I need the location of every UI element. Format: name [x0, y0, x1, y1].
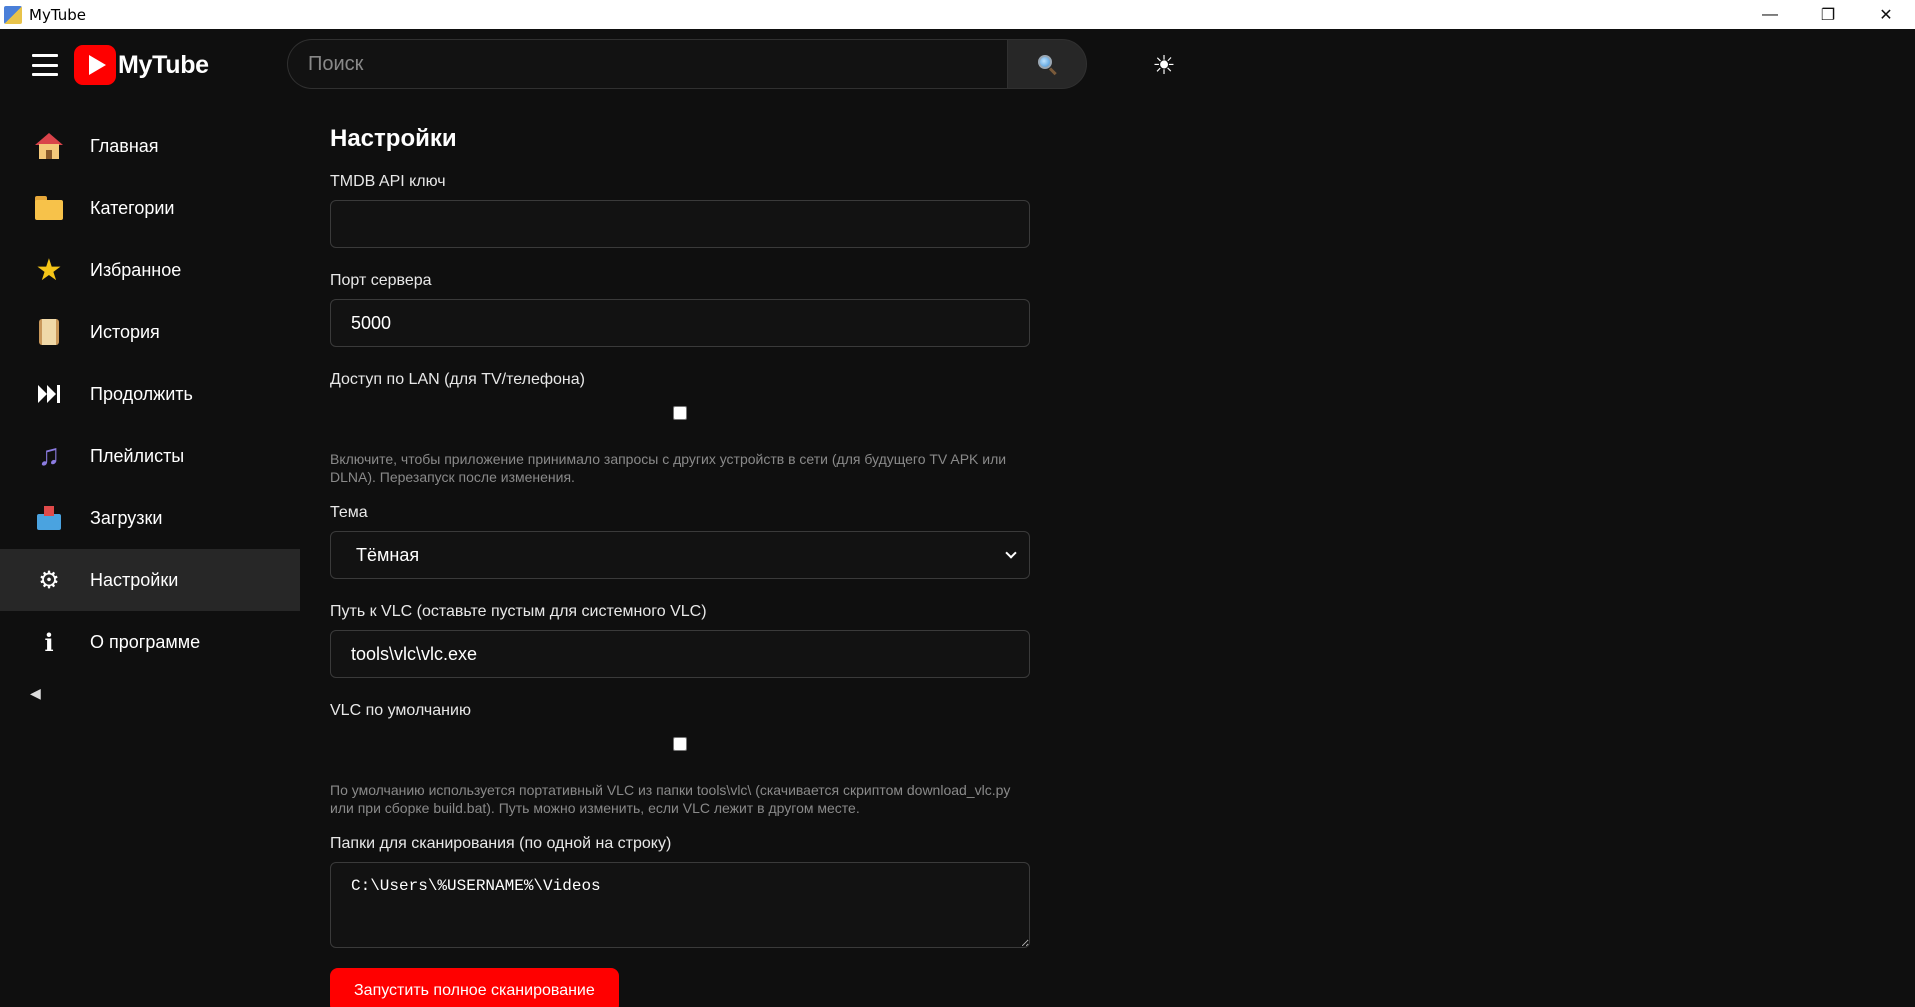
lan-access-checkbox[interactable]	[673, 406, 687, 420]
sidebar: Главная Категории ★ Избранное История Пр…	[0, 115, 300, 713]
sidebar-item-downloads[interactable]: Загрузки	[0, 487, 300, 549]
search-bar	[287, 39, 1087, 89]
full-scan-button[interactable]: Запустить полное сканирование	[330, 968, 619, 1007]
collapse-sidebar-icon[interactable]: ◀	[0, 673, 300, 713]
vlc-default-hint: По умолчанию используется портативный VL…	[330, 782, 1011, 816]
sidebar-item-settings[interactable]: ⚙ Настройки	[0, 549, 300, 611]
chevron-down-icon	[1005, 547, 1017, 559]
maximize-button[interactable]: ❐	[1799, 0, 1857, 29]
search-button[interactable]	[1007, 39, 1087, 89]
gear-icon: ⚙	[38, 566, 60, 594]
theme-label: Тема	[330, 504, 368, 521]
app-header: MyTube ☀	[0, 29, 1915, 101]
sidebar-item-label: О программе	[90, 631, 201, 652]
vlc-default-checkbox[interactable]	[673, 737, 687, 751]
logo-text: MyTube	[118, 50, 209, 79]
window-title: MyTube	[29, 5, 86, 24]
sidebar-item-favorites[interactable]: ★ Избранное	[0, 239, 300, 301]
search-input[interactable]	[287, 39, 1007, 89]
music-note-icon: ♫	[37, 439, 61, 472]
sidebar-item-label: Категории	[90, 197, 175, 218]
theme-select[interactable]: Тёмная	[330, 531, 1030, 579]
sidebar-item-label: Главная	[90, 135, 159, 156]
next-track-icon	[34, 379, 64, 409]
page-title: Настройки	[330, 125, 457, 152]
lan-access-label: Доступ по LAN (для TV/телефона)	[330, 371, 585, 388]
vlc-path-label: Путь к VLC (оставьте пустым для системно…	[330, 603, 707, 620]
close-button[interactable]: ✕	[1857, 0, 1915, 29]
sidebar-item-label: Избранное	[90, 259, 182, 280]
scan-folders-textarea[interactable]: C:\Users\%USERNAME%\Videos	[330, 862, 1030, 948]
sidebar-item-continue[interactable]: Продолжить	[0, 363, 300, 425]
sidebar-item-label: Загрузки	[90, 507, 163, 528]
vlc-path-input[interactable]	[330, 630, 1030, 678]
app-icon	[4, 5, 22, 24]
sidebar-item-label: Плейлисты	[90, 445, 185, 466]
home-icon	[34, 131, 64, 161]
logo[interactable]: MyTube	[74, 45, 209, 85]
scan-folders-label: Папки для сканирования (по одной на стро…	[330, 835, 672, 852]
sidebar-item-home[interactable]: Главная	[0, 115, 300, 177]
lan-access-hint: Включите, чтобы приложение принимало зап…	[330, 451, 1007, 485]
inbox-icon	[34, 503, 64, 533]
sidebar-item-history[interactable]: История	[0, 301, 300, 363]
theme-toggle-sun-icon[interactable]: ☀	[1148, 49, 1180, 81]
vlc-default-label: VLC по умолчанию	[330, 702, 471, 719]
theme-select-value: Тёмная	[356, 544, 420, 565]
scroll-icon	[34, 317, 64, 347]
folder-icon	[34, 193, 64, 223]
server-port-label: Порт сервера	[330, 272, 432, 289]
play-logo-icon	[74, 45, 116, 85]
info-icon: i	[44, 627, 54, 657]
search-icon	[1037, 54, 1057, 76]
sidebar-item-categories[interactable]: Категории	[0, 177, 300, 239]
menu-icon[interactable]	[32, 54, 58, 76]
sidebar-item-label: Продолжить	[90, 383, 193, 404]
window-titlebar: MyTube — ❐ ✕	[0, 0, 1915, 29]
sidebar-item-playlists[interactable]: ♫ Плейлисты	[0, 425, 300, 487]
settings-panel: Настройки TMDB API ключ Порт сервера Дос…	[330, 125, 1030, 1007]
sidebar-item-label: История	[90, 321, 160, 342]
window-controls: — ❐ ✕	[1741, 0, 1915, 29]
sidebar-item-about[interactable]: i О программе	[0, 611, 300, 673]
sidebar-item-label: Настройки	[90, 569, 179, 590]
minimize-button[interactable]: —	[1741, 0, 1799, 29]
star-icon: ★	[35, 253, 63, 287]
tmdb-key-input[interactable]	[330, 200, 1030, 248]
tmdb-key-label: TMDB API ключ	[330, 173, 446, 190]
server-port-input[interactable]	[330, 299, 1030, 347]
